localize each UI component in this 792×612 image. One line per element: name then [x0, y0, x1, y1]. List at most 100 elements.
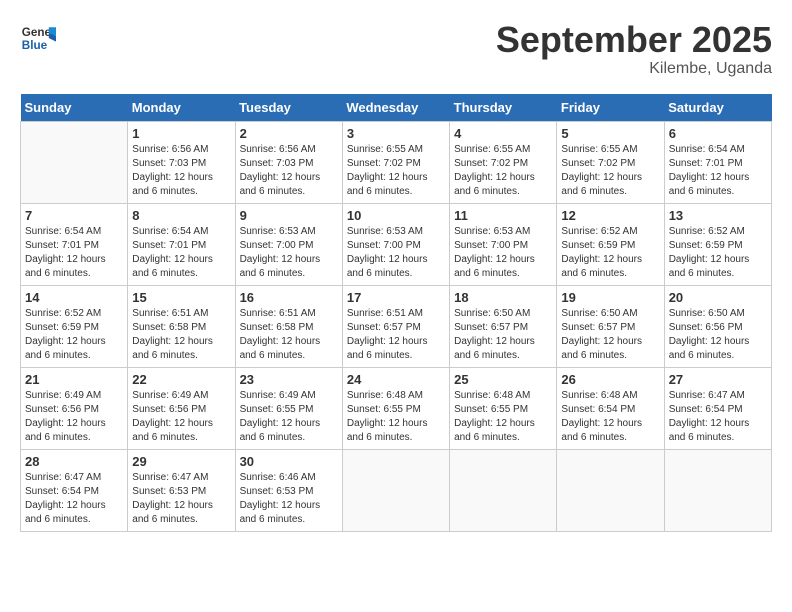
calendar-cell: 20 Sunrise: 6:50 AM Sunset: 6:56 PM Dayli…	[664, 285, 771, 367]
day-info: Sunrise: 6:52 AM Sunset: 6:59 PM Dayligh…	[561, 225, 659, 281]
day-number: 6	[669, 126, 767, 141]
day-info: Sunrise: 6:53 AM Sunset: 7:00 PM Dayligh…	[454, 225, 552, 281]
calendar-cell: 29 Sunrise: 6:47 AM Sunset: 6:53 PM Dayli…	[128, 449, 235, 531]
day-info: Sunrise: 6:51 AM Sunset: 6:58 PM Dayligh…	[132, 307, 230, 363]
calendar-cell: 14 Sunrise: 6:52 AM Sunset: 6:59 PM Dayli…	[21, 285, 128, 367]
day-of-week-header: Saturday	[664, 94, 771, 122]
day-number: 11	[454, 208, 552, 223]
calendar-cell: 13 Sunrise: 6:52 AM Sunset: 6:59 PM Dayli…	[664, 203, 771, 285]
calendar-cell: 17 Sunrise: 6:51 AM Sunset: 6:57 PM Dayli…	[342, 285, 449, 367]
day-number: 2	[240, 126, 338, 141]
day-number: 29	[132, 454, 230, 469]
day-number: 14	[25, 290, 123, 305]
day-info: Sunrise: 6:54 AM Sunset: 7:01 PM Dayligh…	[132, 225, 230, 281]
day-info: Sunrise: 6:48 AM Sunset: 6:54 PM Dayligh…	[561, 389, 659, 445]
day-of-week-header: Wednesday	[342, 94, 449, 122]
day-info: Sunrise: 6:50 AM Sunset: 6:57 PM Dayligh…	[561, 307, 659, 363]
day-info: Sunrise: 6:53 AM Sunset: 7:00 PM Dayligh…	[347, 225, 445, 281]
day-number: 22	[132, 372, 230, 387]
day-number: 1	[132, 126, 230, 141]
day-info: Sunrise: 6:52 AM Sunset: 6:59 PM Dayligh…	[25, 307, 123, 363]
day-number: 26	[561, 372, 659, 387]
logo-icon: General Blue	[20, 20, 56, 56]
logo: General Blue	[20, 20, 56, 56]
calendar-cell: 6Sunrise: 6:54 AM Sunset: 7:01 PM Daylig…	[664, 121, 771, 203]
calendar-week-row: 28 Sunrise: 6:47 AM Sunset: 6:54 PM Dayli…	[21, 449, 772, 531]
calendar-cell: 30 Sunrise: 6:46 AM Sunset: 6:53 PM Dayli…	[235, 449, 342, 531]
calendar-cell: 27 Sunrise: 6:47 AM Sunset: 6:54 PM Dayli…	[664, 367, 771, 449]
day-of-week-header: Sunday	[21, 94, 128, 122]
calendar-cell: 8 Sunrise: 6:54 AM Sunset: 7:01 PM Daylig…	[128, 203, 235, 285]
calendar-table: SundayMondayTuesdayWednesdayThursdayFrid…	[20, 94, 772, 532]
day-number: 28	[25, 454, 123, 469]
day-number: 13	[669, 208, 767, 223]
day-number: 24	[347, 372, 445, 387]
calendar-cell: 21Sunrise: 6:49 AM Sunset: 6:56 PM Dayli…	[21, 367, 128, 449]
day-number: 30	[240, 454, 338, 469]
calendar-cell	[21, 121, 128, 203]
calendar-week-row: 14 Sunrise: 6:52 AM Sunset: 6:59 PM Dayli…	[21, 285, 772, 367]
location-subtitle: Kilembe, Uganda	[496, 60, 772, 78]
calendar-week-row: 21 Sunrise: 6:49 AM Sunset: 6:56 PM Dayli…	[21, 367, 772, 449]
calendar-week-row: 1 Sunrise: 6:56 AM Sunset: 7:03 PM Daylig…	[21, 121, 772, 203]
calendar-cell	[450, 449, 557, 531]
title-section: September 2025 Kilembe, Uganda	[496, 20, 772, 78]
day-info: Sunrise: 6:47 AM Sunset: 6:53 PM Dayligh…	[132, 471, 230, 527]
day-number: 4	[454, 126, 552, 141]
day-info: Sunrise: 6:46 AM Sunset: 6:53 PM Dayligh…	[240, 471, 338, 527]
day-info: Sunrise: 6:56 AM Sunset: 7:03 PM Dayligh…	[240, 143, 338, 199]
day-number: 17	[347, 290, 445, 305]
calendar-cell	[342, 449, 449, 531]
calendar-cell: 18 Sunrise: 6:50 AM Sunset: 6:57 PM Dayli…	[450, 285, 557, 367]
calendar-cell: 22 Sunrise: 6:49 AM Sunset: 6:56 PM Dayli…	[128, 367, 235, 449]
day-info: Sunrise: 6:50 AM Sunset: 6:56 PM Dayligh…	[669, 307, 767, 363]
day-number: 16	[240, 290, 338, 305]
calendar-cell: 28 Sunrise: 6:47 AM Sunset: 6:54 PM Dayli…	[21, 449, 128, 531]
day-info: Sunrise: 6:55 AM Sunset: 7:02 PM Dayligh…	[561, 143, 659, 199]
calendar-cell: 11 Sunrise: 6:53 AM Sunset: 7:00 PM Dayli…	[450, 203, 557, 285]
calendar-cell: 16 Sunrise: 6:51 AM Sunset: 6:58 PM Dayli…	[235, 285, 342, 367]
day-info: Sunrise: 6:52 AM Sunset: 6:59 PM Dayligh…	[669, 225, 767, 281]
page-header: General Blue September 2025 Kilembe, Uga…	[20, 20, 772, 78]
calendar-cell: 2 Sunrise: 6:56 AM Sunset: 7:03 PM Daylig…	[235, 121, 342, 203]
calendar-cell: 1 Sunrise: 6:56 AM Sunset: 7:03 PM Daylig…	[128, 121, 235, 203]
day-of-week-header: Thursday	[450, 94, 557, 122]
calendar-cell: 12 Sunrise: 6:52 AM Sunset: 6:59 PM Dayli…	[557, 203, 664, 285]
day-number: 5	[561, 126, 659, 141]
day-number: 21	[25, 372, 123, 387]
day-info: Sunrise: 6:49 AM Sunset: 6:56 PM Dayligh…	[132, 389, 230, 445]
month-title: September 2025	[496, 20, 772, 60]
day-info: Sunrise: 6:49 AM Sunset: 6:55 PM Dayligh…	[240, 389, 338, 445]
svg-text:Blue: Blue	[22, 39, 48, 52]
day-info: Sunrise: 6:51 AM Sunset: 6:58 PM Dayligh…	[240, 307, 338, 363]
calendar-cell: 19 Sunrise: 6:50 AM Sunset: 6:57 PM Dayli…	[557, 285, 664, 367]
calendar-week-row: 7 Sunrise: 6:54 AM Sunset: 7:01 PM Daylig…	[21, 203, 772, 285]
calendar-body: 1 Sunrise: 6:56 AM Sunset: 7:03 PM Daylig…	[21, 121, 772, 531]
calendar-cell: 10 Sunrise: 6:53 AM Sunset: 7:00 PM Dayli…	[342, 203, 449, 285]
day-info: Sunrise: 6:55 AM Sunset: 7:02 PM Dayligh…	[454, 143, 552, 199]
day-number: 3	[347, 126, 445, 141]
day-number: 12	[561, 208, 659, 223]
calendar-cell: 26 Sunrise: 6:48 AM Sunset: 6:54 PM Dayli…	[557, 367, 664, 449]
calendar-header-row: SundayMondayTuesdayWednesdayThursdayFrid…	[21, 94, 772, 122]
day-info: Sunrise: 6:48 AM Sunset: 6:55 PM Dayligh…	[454, 389, 552, 445]
day-number: 27	[669, 372, 767, 387]
day-number: 8	[132, 208, 230, 223]
day-number: 19	[561, 290, 659, 305]
day-of-week-header: Monday	[128, 94, 235, 122]
day-number: 10	[347, 208, 445, 223]
day-number: 25	[454, 372, 552, 387]
day-info: Sunrise: 6:47 AM Sunset: 6:54 PM Dayligh…	[669, 389, 767, 445]
calendar-cell: 5 Sunrise: 6:55 AM Sunset: 7:02 PM Daylig…	[557, 121, 664, 203]
day-number: 18	[454, 290, 552, 305]
day-number: 15	[132, 290, 230, 305]
day-info: Sunrise: 6:56 AM Sunset: 7:03 PM Dayligh…	[132, 143, 230, 199]
day-number: 20	[669, 290, 767, 305]
day-number: 7	[25, 208, 123, 223]
day-info: Sunrise: 6:47 AM Sunset: 6:54 PM Dayligh…	[25, 471, 123, 527]
day-info: Sunrise: 6:50 AM Sunset: 6:57 PM Dayligh…	[454, 307, 552, 363]
day-info: Sunrise: 6:48 AM Sunset: 6:55 PM Dayligh…	[347, 389, 445, 445]
day-info: Sunrise: 6:55 AM Sunset: 7:02 PM Dayligh…	[347, 143, 445, 199]
calendar-cell	[664, 449, 771, 531]
day-info: Sunrise: 6:51 AM Sunset: 6:57 PM Dayligh…	[347, 307, 445, 363]
